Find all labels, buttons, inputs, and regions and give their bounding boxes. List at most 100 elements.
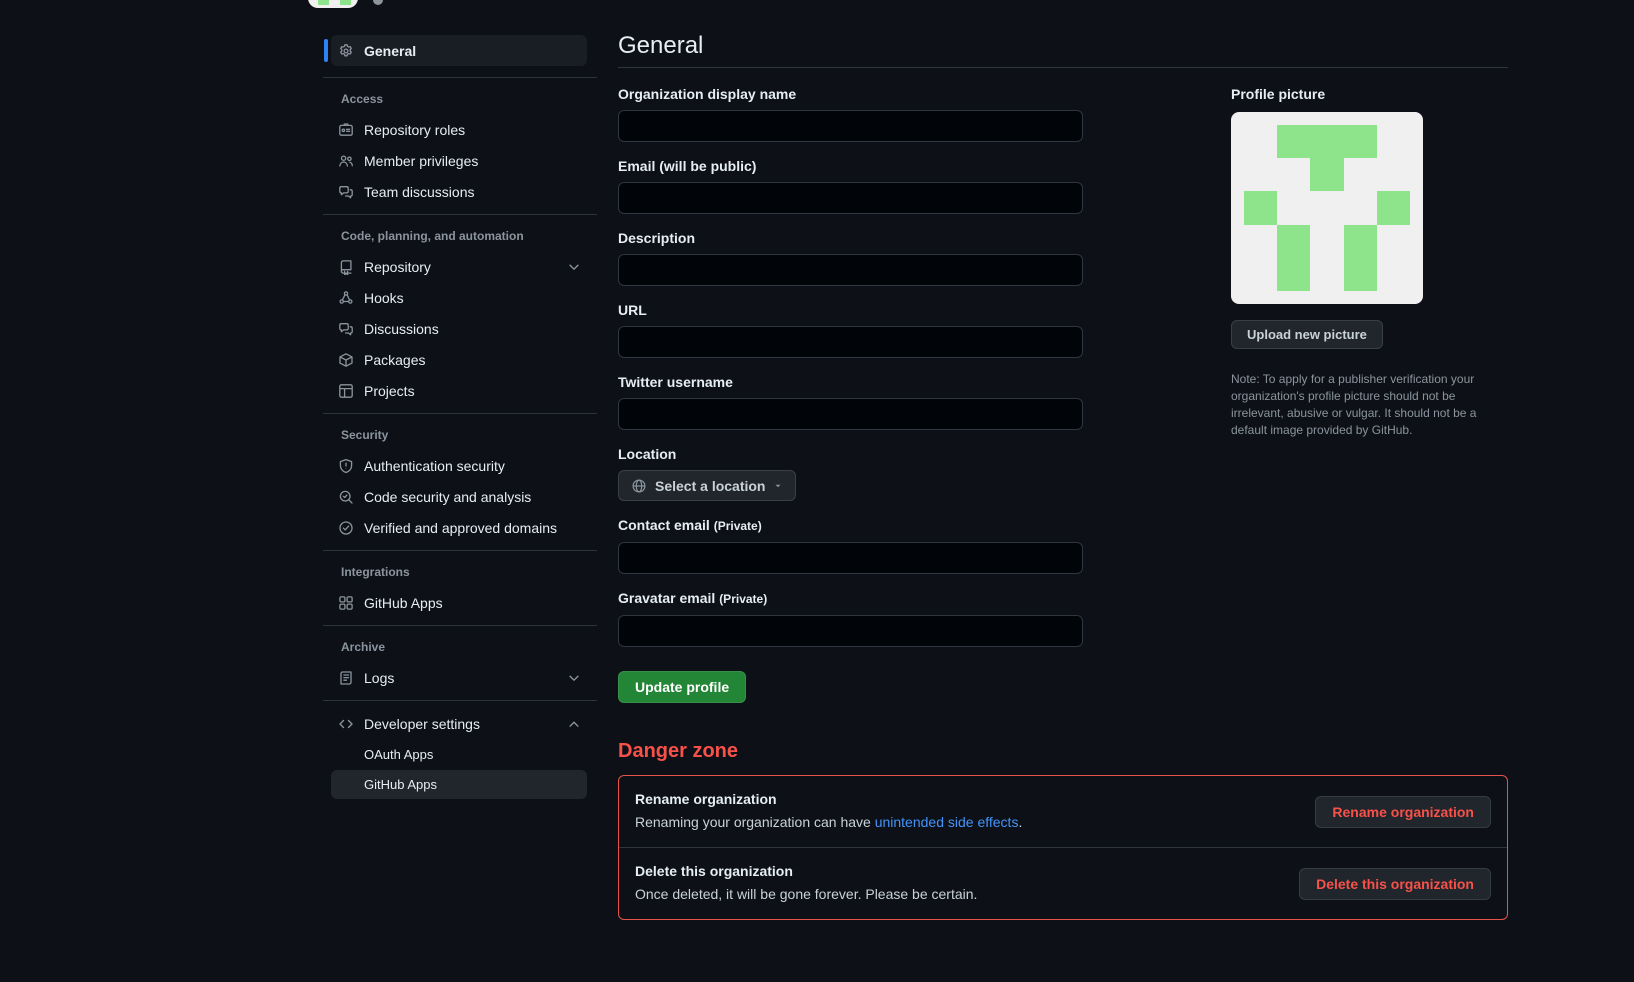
globe-icon: [631, 478, 647, 494]
sidebar-item-label: Team discussions: [364, 184, 475, 200]
field-label-contact-email: Contact email (Private): [618, 517, 1083, 535]
field-label-twitter-username: Twitter username: [618, 374, 1083, 391]
chevron-down-icon: [567, 671, 581, 685]
field-label-gravatar-email: Gravatar email (Private): [618, 590, 1083, 608]
sidebar-item-projects[interactable]: Projects: [331, 375, 587, 406]
private-suffix: (Private): [714, 519, 762, 533]
page-title: General: [618, 33, 1508, 68]
apps-icon: [338, 595, 354, 611]
sidebar-section-archive: Archive: [323, 640, 597, 654]
org-avatar[interactable]: [1231, 112, 1423, 304]
sidebar-item-general[interactable]: General: [331, 35, 587, 66]
sidebar-item-repository[interactable]: Repository: [331, 251, 587, 282]
caret-down-icon: [773, 481, 783, 491]
url-input[interactable]: [618, 326, 1083, 358]
email-input[interactable]: [618, 182, 1083, 214]
field-label-url: URL: [618, 302, 1083, 319]
delete-organization-title: Delete this organization: [635, 863, 977, 880]
sidebar-divider: [323, 214, 597, 215]
gear-icon: [338, 43, 354, 59]
sidebar-item-member-privileges[interactable]: Member privileges: [331, 145, 587, 176]
sidebar-section-integrations: Integrations: [323, 565, 597, 579]
location-select[interactable]: Select a location: [618, 470, 796, 501]
private-suffix: (Private): [719, 592, 767, 606]
sidebar-item-label: Code security and analysis: [364, 489, 531, 505]
sidebar-section-access: Access: [323, 92, 597, 106]
unintended-side-effects-link[interactable]: unintended side effects: [875, 814, 1019, 830]
settings-sidebar: General Access Repository roles Member p…: [323, 35, 597, 799]
sidebar-item-label: Discussions: [364, 321, 439, 337]
selected-accent-bar: [324, 39, 328, 62]
sidebar-item-label: Hooks: [364, 290, 404, 306]
description-input[interactable]: [618, 254, 1083, 286]
delete-organization-text: Delete this organization Once deleted, i…: [635, 863, 977, 904]
sidebar-divider: [323, 413, 597, 414]
code-icon: [338, 716, 354, 732]
sidebar-item-team-discussions[interactable]: Team discussions: [331, 176, 587, 207]
field-label-description: Description: [618, 230, 1083, 247]
rename-organization-button[interactable]: Rename organization: [1315, 796, 1491, 828]
sidebar-item-packages[interactable]: Packages: [331, 344, 587, 375]
danger-zone-title: Danger zone: [618, 739, 1508, 763]
sidebar-item-github-apps[interactable]: GitHub Apps: [331, 587, 587, 618]
delete-organization-row: Delete this organization Once deleted, i…: [619, 847, 1507, 919]
log-icon: [338, 670, 354, 686]
organization-display-name-input[interactable]: [618, 110, 1083, 142]
header-fragment: [373, 0, 383, 5]
sidebar-item-label: Logs: [364, 670, 394, 686]
location-select-value: Select a location: [655, 478, 765, 494]
rename-organization-text: Rename organization Renaming your organi…: [635, 791, 1022, 832]
sidebar-divider: [323, 625, 597, 626]
sidebar-item-label: Verified and approved domains: [364, 520, 557, 536]
sidebar-subitem-github-apps[interactable]: GitHub Apps: [331, 770, 587, 799]
sidebar-item-label: Packages: [364, 352, 425, 368]
sidebar-section-security: Security: [323, 428, 597, 442]
sidebar-item-label: General: [364, 43, 416, 59]
sidebar-section-code: Code, planning, and automation: [323, 229, 597, 243]
delete-organization-button[interactable]: Delete this organization: [1299, 868, 1491, 900]
sidebar-item-logs[interactable]: Logs: [331, 662, 587, 693]
org-settings-page: General Access Repository roles Member p…: [0, 0, 1634, 982]
table-icon: [338, 383, 354, 399]
profile-picture-note: Note: To apply for a publisher verificat…: [1231, 371, 1508, 439]
upload-new-picture-button[interactable]: Upload new picture: [1231, 320, 1383, 349]
chevron-down-icon: [567, 260, 581, 274]
rename-organization-row: Rename organization Renaming your organi…: [619, 776, 1507, 847]
avatar-cell: [318, 0, 329, 5]
sidebar-subitem-oauth-apps[interactable]: OAuth Apps: [331, 739, 587, 770]
profile-picture-section: Profile picture Upload new picture Note:…: [1231, 86, 1508, 439]
rename-organization-desc: Renaming your organization can have unin…: [635, 812, 1022, 832]
sidebar-item-developer-settings[interactable]: Developer settings: [331, 708, 587, 739]
org-avatar-cropped[interactable]: [308, 0, 358, 8]
sidebar-item-label: Repository: [364, 259, 431, 275]
id-badge-icon: [338, 122, 354, 138]
sidebar-item-label: Member privileges: [364, 153, 478, 169]
sidebar-item-repository-roles[interactable]: Repository roles: [331, 114, 587, 145]
gravatar-email-input[interactable]: [618, 615, 1083, 647]
sidebar-divider: [323, 77, 597, 78]
sidebar-item-label: OAuth Apps: [364, 747, 433, 762]
twitter-username-input[interactable]: [618, 398, 1083, 430]
field-label-location: Location: [618, 446, 1083, 463]
update-profile-button[interactable]: Update profile: [618, 671, 746, 703]
verified-icon: [338, 520, 354, 536]
sidebar-item-verified-domains[interactable]: Verified and approved domains: [331, 512, 587, 543]
sidebar-item-label: Developer settings: [364, 716, 480, 732]
rename-organization-title: Rename organization: [635, 791, 1022, 808]
comment-discussion-icon: [338, 184, 354, 200]
sidebar-item-label: GitHub Apps: [364, 777, 437, 792]
sidebar-item-hooks[interactable]: Hooks: [331, 282, 587, 313]
people-icon: [338, 153, 354, 169]
sidebar-divider: [323, 550, 597, 551]
profile-picture-title: Profile picture: [1231, 86, 1508, 103]
contact-email-input[interactable]: [618, 542, 1083, 574]
sidebar-item-authentication-security[interactable]: Authentication security: [331, 450, 587, 481]
shield-icon: [338, 458, 354, 474]
sidebar-item-discussions[interactable]: Discussions: [331, 313, 587, 344]
field-label-organization-display-name: Organization display name: [618, 86, 1083, 103]
webhook-icon: [338, 290, 354, 306]
chevron-up-icon: [567, 717, 581, 731]
sidebar-divider: [323, 700, 597, 701]
sidebar-item-code-security[interactable]: Code security and analysis: [331, 481, 587, 512]
package-icon: [338, 352, 354, 368]
